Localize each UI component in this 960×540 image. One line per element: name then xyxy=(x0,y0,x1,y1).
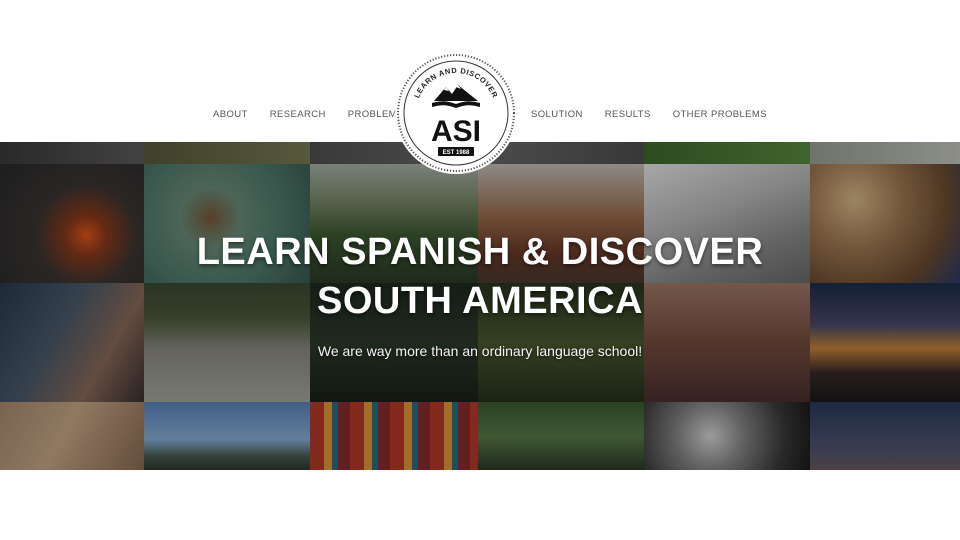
nav-left: ABOUT RESEARCH PROBLEM xyxy=(213,109,397,125)
nav-results[interactable]: RESULTS xyxy=(605,109,651,125)
asi-logo[interactable]: LEARN AND DISCOVER ASI EST 1988 xyxy=(394,51,518,175)
logo-initials: ASI xyxy=(431,115,481,148)
hero-title-line2: SOUTH AMERICA xyxy=(317,280,643,322)
hero-title-line1: LEARN SPANISH & DISCOVER xyxy=(196,231,764,273)
nav-problem[interactable]: PROBLEM xyxy=(348,109,397,125)
nav-about[interactable]: ABOUT xyxy=(213,109,248,125)
nav-research[interactable]: RESEARCH xyxy=(270,109,326,125)
hero-subtitle: We are way more than an ordinary languag… xyxy=(317,343,643,359)
logo-est-text: EST 1988 xyxy=(443,150,470,156)
nav-other-problems[interactable]: OTHER PROBLEMS xyxy=(673,109,767,125)
nav-right: SOLUTION RESULTS OTHER PROBLEMS xyxy=(531,109,767,125)
nav-solution[interactable]: SOLUTION xyxy=(531,109,583,125)
